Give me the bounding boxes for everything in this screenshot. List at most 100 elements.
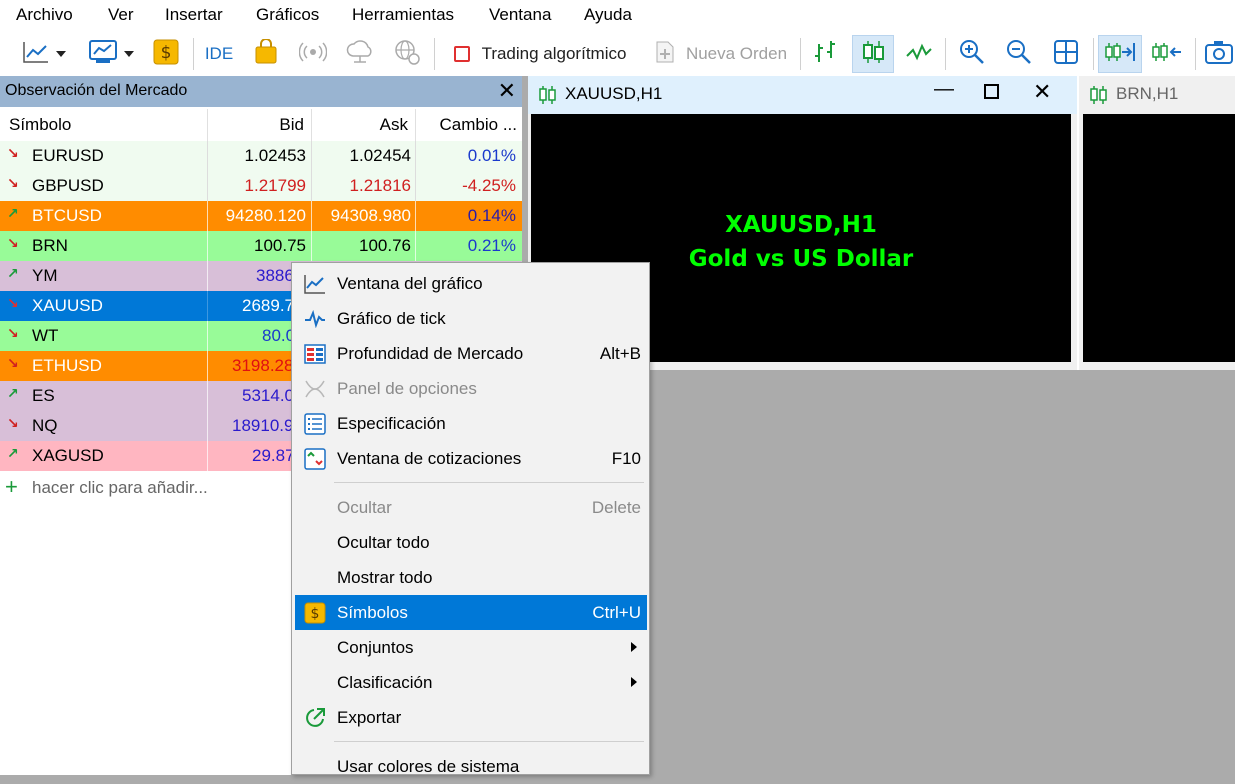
- arrow-down-icon: ↘: [7, 175, 19, 191]
- menu-item-sets[interactable]: Conjuntos: [295, 630, 647, 665]
- arrow-down-icon: ↘: [7, 295, 19, 311]
- market-button[interactable]: $: [148, 35, 184, 73]
- arrow-up-icon: ↗: [7, 445, 19, 461]
- symbol-name: WT: [32, 326, 59, 345]
- column-bid[interactable]: Bid: [279, 115, 304, 135]
- menu-item-label: Ventana del gráfico: [337, 274, 483, 293]
- menu-item-chart-window[interactable]: Ventana del gráfico: [295, 266, 647, 301]
- menu-herramientas[interactable]: Herramientas: [352, 5, 454, 25]
- toolbar-separator: [945, 38, 946, 70]
- candlestick-chart-button[interactable]: [852, 35, 894, 73]
- menu-item-hide[interactable]: Ocultar Delete: [295, 490, 647, 525]
- menu-separator: [334, 482, 644, 483]
- chart-symbol-label: XAUUSD,H1: [725, 212, 877, 238]
- maximize-icon[interactable]: [984, 84, 999, 99]
- camera-icon: [1203, 38, 1233, 71]
- symbol-row-btcusd[interactable]: ↗ BTCUSD 94280.120 94308.980 0.14%: [0, 201, 522, 231]
- menu-item-system-colors[interactable]: Usar colores de sistema: [295, 749, 647, 784]
- cell-divider: [415, 141, 416, 171]
- web-button[interactable]: [389, 35, 425, 73]
- menu-ventana[interactable]: Ventana: [489, 5, 551, 25]
- bar-chart-button[interactable]: [806, 35, 844, 73]
- arrow-up-icon: ↗: [7, 265, 19, 281]
- quotes-window-icon: [303, 447, 327, 471]
- new-chart-button[interactable]: [14, 35, 74, 73]
- symbol-name: BRN: [32, 236, 68, 255]
- column-symbol[interactable]: Símbolo: [9, 115, 71, 135]
- bid-value: 3198.28: [232, 356, 294, 375]
- menu-item-export[interactable]: Exportar: [295, 700, 647, 735]
- ide-button[interactable]: IDE: [200, 35, 238, 73]
- shopping-bag-icon: [254, 37, 278, 70]
- specification-icon: [303, 412, 327, 436]
- autoscroll-button[interactable]: [1098, 35, 1142, 73]
- context-menu: Ventana del gráfico Gráfico de tick Prof…: [291, 262, 650, 776]
- symbol-name: GBPUSD: [32, 176, 104, 195]
- close-icon[interactable]: ✕: [498, 78, 516, 104]
- screenshot-button[interactable]: [1201, 35, 1235, 73]
- menu-item-market-depth[interactable]: Profundidad de Mercado Alt+B: [295, 336, 647, 371]
- column-ask[interactable]: Ask: [380, 115, 408, 135]
- chart-window-titlebar[interactable]: XAUUSD,H1 — ✕: [528, 76, 1077, 114]
- chart-window-titlebar[interactable]: BRN,H1: [1079, 76, 1235, 114]
- minimize-icon[interactable]: —: [934, 78, 954, 101]
- chart-shift-button[interactable]: [1146, 35, 1188, 73]
- menu-ayuda[interactable]: Ayuda: [584, 5, 632, 25]
- new-order-button[interactable]: Nueva Orden: [648, 35, 793, 73]
- close-icon[interactable]: ✕: [1033, 79, 1051, 105]
- menu-insertar[interactable]: Insertar: [165, 5, 223, 25]
- export-icon: [303, 706, 327, 730]
- cell-divider: [207, 201, 208, 231]
- symbol-name: NQ: [32, 416, 58, 435]
- menu-item-specification[interactable]: Especificación: [295, 406, 647, 441]
- cell-divider: [415, 171, 416, 201]
- add-symbol-label: hacer clic para añadir...: [32, 478, 208, 497]
- stop-square-icon: [453, 46, 470, 62]
- cell-divider: [207, 321, 208, 351]
- menu-item-options-panel[interactable]: Panel de opciones: [295, 371, 647, 406]
- menu-graficos[interactable]: Gráficos: [256, 5, 319, 25]
- bid-value: 1.02453: [244, 146, 306, 165]
- symbol-row-gbpusd[interactable]: ↘ GBPUSD 1.21799 1.21816 -4.25%: [0, 171, 522, 201]
- menu-item-hide-all[interactable]: Ocultar todo: [295, 525, 647, 560]
- bid-value: 94280.120: [225, 206, 306, 225]
- menu-item-symbols[interactable]: $ Símbolos Ctrl+U: [295, 595, 647, 630]
- menu-item-tick-chart[interactable]: Gráfico de tick: [295, 301, 647, 336]
- symbol-name: XAUUSD: [32, 296, 103, 315]
- ask-value: 1.02454: [349, 146, 411, 165]
- zoom-in-button[interactable]: [953, 35, 991, 73]
- column-change[interactable]: Cambio ...: [440, 115, 517, 135]
- chart-title: XAUUSD,H1: [565, 84, 663, 103]
- arrow-up-icon: ↗: [7, 205, 19, 221]
- toolbar-separator: [193, 38, 194, 70]
- menu-item-show-all[interactable]: Mostrar todo: [295, 560, 647, 595]
- profiles-icon: [88, 39, 118, 70]
- add-symbol-row[interactable]: + hacer clic para añadir...: [0, 474, 300, 502]
- arrow-down-icon: ↘: [7, 325, 19, 341]
- menu-item-label: Gráfico de tick: [337, 309, 446, 328]
- toolbar-separator: [1195, 38, 1196, 70]
- market-watch-title: Observación del Mercado: [5, 82, 188, 99]
- tile-windows-button[interactable]: [1047, 35, 1085, 73]
- line-chart-button[interactable]: [900, 35, 938, 73]
- menu-ver[interactable]: Ver: [108, 5, 134, 25]
- vps-button[interactable]: [342, 35, 378, 73]
- menu-archivo[interactable]: Archivo: [16, 5, 73, 25]
- bid-value: 5314.0: [242, 386, 294, 405]
- symbol-row-brn[interactable]: ↘ BRN 100.75 100.76 0.21%: [0, 231, 522, 261]
- menu-item-sort[interactable]: Clasificación: [295, 665, 647, 700]
- chart-canvas[interactable]: [1083, 114, 1235, 362]
- cloud-icon: [345, 39, 375, 69]
- symbol-row-eurusd[interactable]: ↘ EURUSD 1.02453 1.02454 0.01%: [0, 141, 522, 171]
- profiles-button[interactable]: [82, 35, 140, 73]
- depth-of-market-icon: [303, 342, 327, 366]
- market-shop-button[interactable]: [248, 35, 284, 73]
- menu-item-label: Especificación: [337, 414, 446, 433]
- menu-separator: [334, 741, 644, 742]
- menu-item-label: Ventana de cotizaciones: [337, 449, 522, 468]
- zoom-out-button[interactable]: [1000, 35, 1038, 73]
- menu-item-quotes-window[interactable]: Ventana de cotizaciones F10: [295, 441, 647, 476]
- signals-button[interactable]: [295, 35, 331, 73]
- chart-window-brn[interactable]: BRN,H1: [1079, 76, 1235, 370]
- algo-trading-button[interactable]: Trading algorítmico: [444, 35, 636, 73]
